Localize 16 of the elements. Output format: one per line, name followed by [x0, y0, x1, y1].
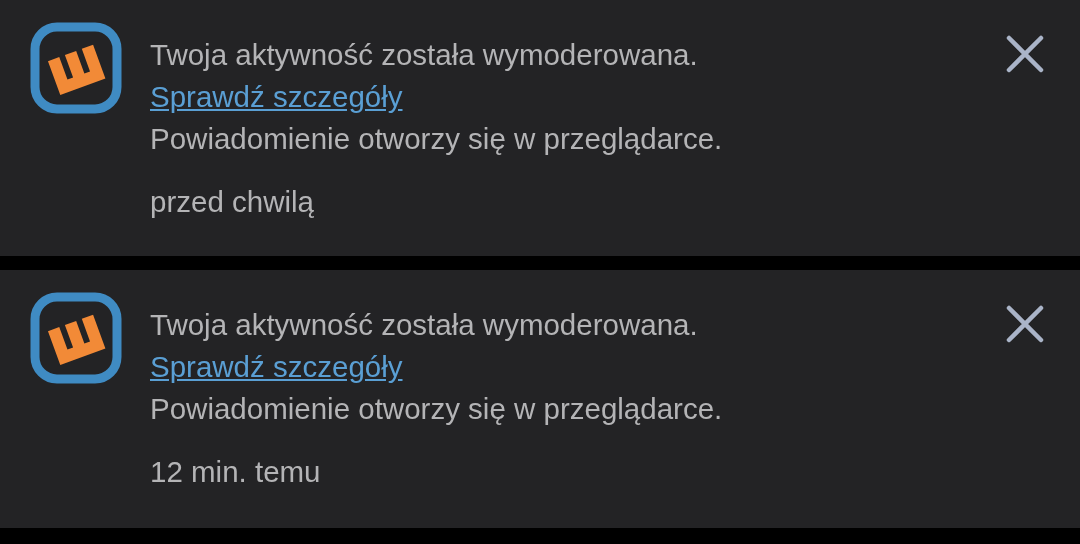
close-icon [1005, 304, 1045, 344]
notification-time: 12 min. temu [150, 455, 321, 488]
details-link[interactable]: Sprawdź szczegóły [150, 80, 403, 113]
app-logo-icon [30, 292, 122, 384]
notification-card[interactable]: Twoja aktywność została wymoderowana. Sprawdź szczegóły Powiadomienie otworzy się w przeglądarce. 12 min. temu [0, 270, 1080, 528]
details-link[interactable]: Sprawdź szczegóły [150, 350, 403, 383]
notification-note: Powiadomienie otworzy się w przeglądarce. [150, 392, 723, 425]
notification-card[interactable]: Twoja aktywność została wymoderowana. Sprawdź szczegóły Powiadomienie otworzy się w przeglądarce. przed chwilą [0, 0, 1080, 256]
app-logo-icon [30, 22, 122, 114]
notification-time: przed chwilą [150, 185, 314, 218]
notification-message: Twoja aktywność została wymoderowana. [150, 308, 698, 341]
close-button[interactable] [1005, 304, 1045, 344]
close-button[interactable] [1005, 34, 1045, 74]
notification-note: Powiadomienie otworzy się w przeglądarce. [150, 122, 723, 155]
notification-message: Twoja aktywność została wymoderowana. [150, 38, 698, 71]
close-icon [1005, 34, 1045, 74]
